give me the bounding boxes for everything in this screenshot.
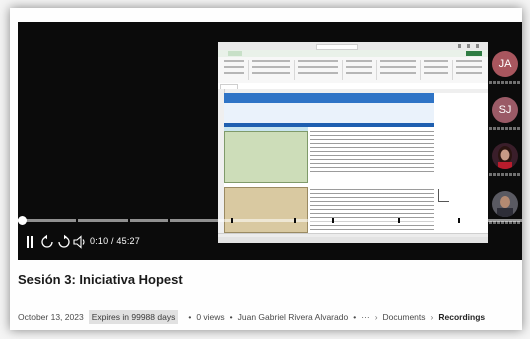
- shared-screen: [218, 42, 488, 243]
- breadcrumb-documents[interactable]: Documents: [383, 312, 426, 322]
- captions-icon[interactable]: [26, 234, 34, 250]
- volume-icon[interactable]: [73, 234, 87, 250]
- status-bar: [218, 237, 488, 243]
- seek-handle[interactable]: [18, 216, 27, 225]
- share-button: [466, 51, 482, 56]
- participant-tile: JA: [488, 48, 522, 90]
- rewind-10-icon[interactable]: [40, 234, 54, 250]
- avatar: SJ: [492, 97, 518, 123]
- expiry-badge[interactable]: Expires in 99988 days: [88, 310, 179, 324]
- time-display: 0:10 / 45:27: [90, 236, 140, 246]
- seek-track: [18, 219, 522, 222]
- participant-photo: [492, 191, 518, 217]
- separator-dot: •: [229, 312, 233, 322]
- recording-date: October 13, 2023: [18, 312, 84, 322]
- separator-dot: •: [188, 312, 192, 322]
- participant-photo: [492, 143, 518, 169]
- participant-name: [489, 127, 521, 130]
- spreadsheet-grid: [224, 93, 488, 233]
- ribbon-tab-home: [228, 51, 242, 56]
- tan-cell: [224, 187, 308, 233]
- recording-title: Sesión 3: Iniciativa Hopest: [18, 272, 183, 287]
- participant-name: [489, 81, 521, 84]
- breadcrumb-recordings[interactable]: Recordings: [438, 312, 485, 322]
- participant-name: [489, 173, 521, 176]
- header-cell: [224, 93, 434, 103]
- view-count: 0 views: [196, 312, 225, 322]
- green-cell: [224, 131, 308, 183]
- seek-bar[interactable]: [18, 216, 522, 225]
- owner-name[interactable]: Juan Gabriel Rivera Alvarado: [238, 312, 349, 322]
- text-cell: [310, 131, 434, 175]
- chart-fragment: [438, 189, 449, 202]
- chevron-right-icon: ›: [430, 312, 434, 322]
- text-cell: [310, 189, 434, 233]
- chevron-right-icon: ›: [374, 312, 378, 322]
- forward-10-icon[interactable]: [57, 234, 71, 250]
- participant-tile: [488, 188, 522, 230]
- breadcrumb-more[interactable]: ···: [361, 312, 370, 322]
- separator-dot: •: [353, 312, 357, 322]
- video-player[interactable]: JA SJ 0:10 / 45:27: [18, 22, 522, 260]
- recording-meta: October 13, 2023 Expires in 99988 days •…: [18, 308, 485, 326]
- excel-ribbon: [218, 57, 488, 84]
- avatar: JA: [492, 51, 518, 77]
- info-cell: [224, 103, 434, 124]
- window-controls: [458, 44, 484, 48]
- participant-tile: [488, 140, 522, 182]
- participant-tile: SJ: [488, 94, 522, 136]
